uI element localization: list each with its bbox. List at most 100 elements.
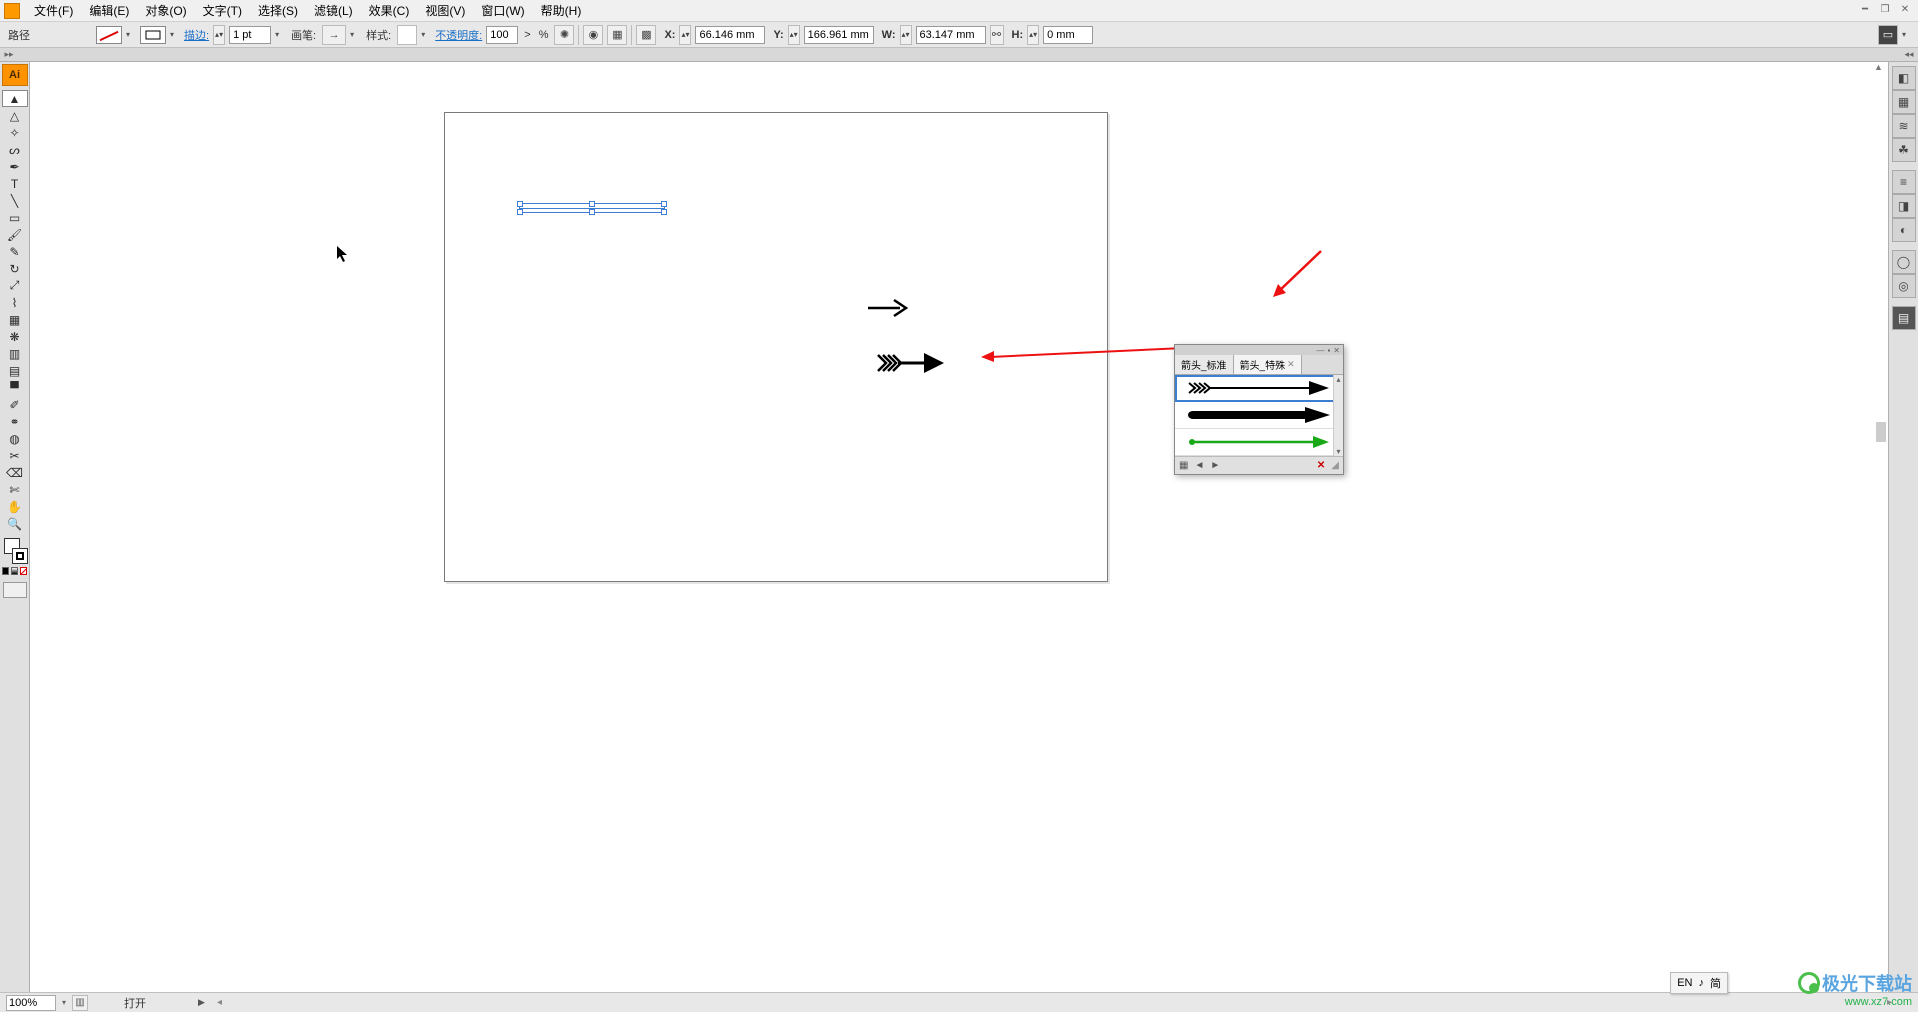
- style-dropdown-icon[interactable]: ▾: [421, 30, 431, 39]
- menu-edit[interactable]: 编辑(E): [81, 2, 137, 19]
- symbol-sprayer-tool[interactable]: ❋: [2, 328, 28, 345]
- x-stepper[interactable]: ▴▾: [679, 25, 691, 45]
- symbols-panel-icon[interactable]: ☘: [1892, 138, 1916, 162]
- collapse-left-icon[interactable]: ▸▸: [0, 49, 18, 60]
- link-wh-icon[interactable]: ⚯: [990, 25, 1004, 45]
- fletched-arrow-shape[interactable]: [876, 351, 946, 380]
- brush-row-thin-green[interactable]: [1175, 429, 1343, 456]
- pen-tool[interactable]: ✒: [2, 158, 28, 175]
- menu-type[interactable]: 文字(T): [195, 2, 250, 19]
- selection-bounding-box[interactable]: [519, 203, 665, 213]
- menu-effect[interactable]: 效果(C): [361, 2, 418, 19]
- zoom-dropdown-icon[interactable]: ▾: [62, 998, 66, 1007]
- fill-swatch[interactable]: [96, 26, 122, 44]
- opacity-input[interactable]: [486, 26, 518, 44]
- type-tool[interactable]: T: [2, 175, 28, 192]
- scroll-down-icon[interactable]: ▾: [1336, 447, 1340, 456]
- brush-resize-icon[interactable]: ◢: [1331, 460, 1339, 471]
- close-button[interactable]: ✕: [1896, 2, 1914, 16]
- ime-mode[interactable]: 简: [1710, 975, 1721, 991]
- tab-close-icon[interactable]: ✕: [1287, 359, 1295, 370]
- warp-tool[interactable]: ⌇: [2, 294, 28, 311]
- menu-view[interactable]: 视图(V): [417, 2, 473, 19]
- y-stepper[interactable]: ▴▾: [788, 25, 800, 45]
- rotate-tool[interactable]: ↻: [2, 260, 28, 277]
- align-icon[interactable]: ◉: [583, 25, 603, 45]
- ime-language-bar[interactable]: EN ♪ 简: [1670, 972, 1728, 994]
- status-menu-icon[interactable]: ▶: [198, 997, 205, 1008]
- menu-select[interactable]: 选择(S): [250, 2, 306, 19]
- vscroll-up-icon[interactable]: ▲: [1874, 62, 1886, 74]
- blend-tool[interactable]: ⚭: [2, 413, 28, 430]
- opacity-chevron[interactable]: >: [524, 29, 530, 41]
- paintbrush-tool[interactable]: 🖌: [2, 226, 28, 243]
- stroke-color-swatch[interactable]: [12, 548, 28, 564]
- color-swatches[interactable]: [2, 536, 28, 564]
- brush-delete-icon[interactable]: ✕: [1317, 460, 1325, 471]
- menu-object[interactable]: 对象(O): [137, 2, 194, 19]
- gradient-panel-icon[interactable]: ◨: [1892, 194, 1916, 218]
- mesh-tool[interactable]: ▤: [2, 362, 28, 379]
- graphic-styles-panel-icon[interactable]: ◎: [1892, 274, 1916, 298]
- menu-window[interactable]: 窗口(W): [473, 2, 532, 19]
- transparency-panel-icon[interactable]: ◐: [1892, 218, 1916, 242]
- brush-preview[interactable]: →: [322, 25, 346, 45]
- color-panel-icon[interactable]: ◧: [1892, 66, 1916, 90]
- eyedropper-tool[interactable]: ✐: [2, 396, 28, 413]
- scale-tool[interactable]: ⤢: [2, 277, 28, 294]
- stroke-panel-icon[interactable]: ≡: [1892, 170, 1916, 194]
- brush-list-scrollbar[interactable]: ▴▾: [1333, 375, 1343, 456]
- hscroll-left-icon[interactable]: ◂: [217, 997, 222, 1008]
- h-input[interactable]: [1043, 26, 1093, 44]
- lasso-tool[interactable]: ᔕ: [2, 141, 28, 158]
- panel-menu-icon[interactable]: ▪: [1327, 346, 1330, 355]
- fill-dropdown-icon[interactable]: ▾: [126, 30, 136, 39]
- brush-row-thick-black[interactable]: [1175, 402, 1343, 429]
- direct-selection-tool[interactable]: △: [2, 107, 28, 124]
- rectangle-tool[interactable]: ▭: [2, 209, 28, 226]
- panel-close-icon[interactable]: ✕: [1333, 346, 1340, 355]
- scroll-up-icon[interactable]: ▴: [1336, 375, 1340, 384]
- menu-file[interactable]: 文件(F): [26, 2, 81, 19]
- collapse-right-icon[interactable]: ◂◂: [1900, 49, 1918, 60]
- y-input[interactable]: [804, 26, 874, 44]
- stroke-link[interactable]: 描边:: [184, 27, 209, 43]
- hand-tool[interactable]: ✋: [2, 498, 28, 515]
- h-stepper[interactable]: ▴▾: [1027, 25, 1039, 45]
- stroke-weight-dropdown-icon[interactable]: ▾: [275, 30, 285, 39]
- slice-tool[interactable]: ✂: [2, 447, 28, 464]
- swatches-panel-icon[interactable]: ▦: [1892, 90, 1916, 114]
- color-mode-row[interactable]: [2, 564, 28, 578]
- brush-next-icon[interactable]: ►: [1210, 460, 1220, 471]
- eraser-tool[interactable]: ⌫: [2, 464, 28, 481]
- free-transform-tool[interactable]: ▦: [2, 311, 28, 328]
- recolor-artwork-icon[interactable]: ✺: [554, 25, 574, 45]
- gradient-tool[interactable]: ▀: [2, 379, 28, 396]
- zoom-input[interactable]: [6, 995, 56, 1011]
- opacity-link[interactable]: 不透明度:: [435, 27, 482, 43]
- screen-mode-icon[interactable]: ▭: [1878, 25, 1898, 45]
- selection-tool[interactable]: ▲: [2, 90, 28, 107]
- stroke-dropdown-icon[interactable]: ▾: [170, 30, 180, 39]
- w-stepper[interactable]: ▴▾: [900, 25, 912, 45]
- panel-minimize-icon[interactable]: —: [1316, 346, 1324, 355]
- brushes-panel-icon[interactable]: ≋: [1892, 114, 1916, 138]
- x-input[interactable]: [695, 26, 765, 44]
- graph-tool[interactable]: ▥: [2, 345, 28, 362]
- style-preview[interactable]: [397, 25, 417, 45]
- zoom-tool[interactable]: 🔍: [2, 515, 28, 532]
- magic-wand-tool[interactable]: ✧: [2, 124, 28, 141]
- tab-arrows-special[interactable]: 箭头_特殊✕: [1234, 355, 1302, 374]
- ime-lang[interactable]: EN: [1677, 977, 1692, 989]
- ime-icon[interactable]: ♪: [1699, 977, 1705, 989]
- brush-libraries-icon[interactable]: ▦: [1179, 460, 1188, 471]
- screen-mode-dropdown-icon[interactable]: ▾: [1902, 30, 1912, 39]
- canvas[interactable]: ▲: [30, 62, 1888, 992]
- stroke-weight-stepper[interactable]: ▴▾: [213, 25, 225, 45]
- screen-mode-tool[interactable]: [3, 582, 27, 598]
- vscroll-thumb[interactable]: [1876, 422, 1886, 442]
- brush-row-fletched-black[interactable]: [1175, 375, 1343, 402]
- menu-help[interactable]: 帮助(H): [533, 2, 590, 19]
- appearance-panel-icon[interactable]: ◯: [1892, 250, 1916, 274]
- transform-panel-icon[interactable]: ▦: [607, 25, 627, 45]
